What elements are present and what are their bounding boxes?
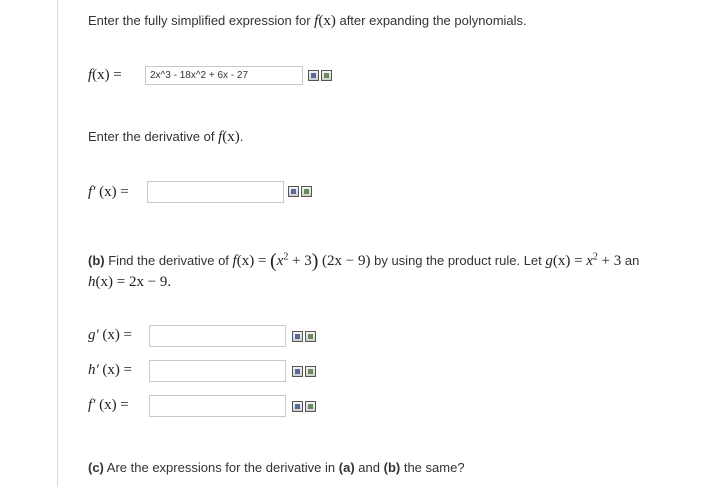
preview-icon[interactable] — [308, 70, 319, 81]
gprime-input[interactable] — [149, 325, 286, 347]
fprime-input[interactable] — [147, 181, 284, 203]
part-b-text: (b) Find the derivative of f(x) = (x2 + … — [88, 250, 640, 272]
answer-format-icon[interactable] — [321, 70, 332, 81]
gprime-field-icons — [292, 331, 316, 342]
fprime-b-input[interactable] — [149, 395, 286, 417]
hprime-input[interactable] — [149, 360, 286, 382]
answer-format-icon[interactable] — [305, 331, 316, 342]
hprime-field-icons — [292, 366, 316, 377]
f-field-icons — [308, 70, 332, 81]
derivative-prompt: Enter the derivative of f(x). — [88, 129, 244, 145]
answer-format-icon[interactable] — [305, 366, 316, 377]
preview-icon[interactable] — [288, 186, 299, 197]
f-expression-input[interactable] — [145, 66, 303, 85]
fprime-b-field-icons — [292, 401, 316, 412]
fprime-b-label: f′ (x) = — [88, 397, 129, 413]
gprime-label: g′ (x) = — [88, 327, 132, 343]
fprime-field-icons — [288, 186, 312, 197]
hprime-label: h′ (x) = — [88, 362, 132, 378]
intro-text: Enter the fully simplified expression fo… — [88, 13, 527, 29]
answer-format-icon[interactable] — [305, 401, 316, 412]
f-label: f(x) = — [88, 67, 122, 83]
fprime-label: f′ (x) = — [88, 184, 129, 200]
preview-icon[interactable] — [292, 401, 303, 412]
part-c-text: (c) Are the expressions for the derivati… — [88, 460, 465, 475]
preview-icon[interactable] — [292, 366, 303, 377]
answer-format-icon[interactable] — [301, 186, 312, 197]
preview-icon[interactable] — [292, 331, 303, 342]
part-b-h-def: h(x) = 2x − 9. — [88, 274, 172, 290]
